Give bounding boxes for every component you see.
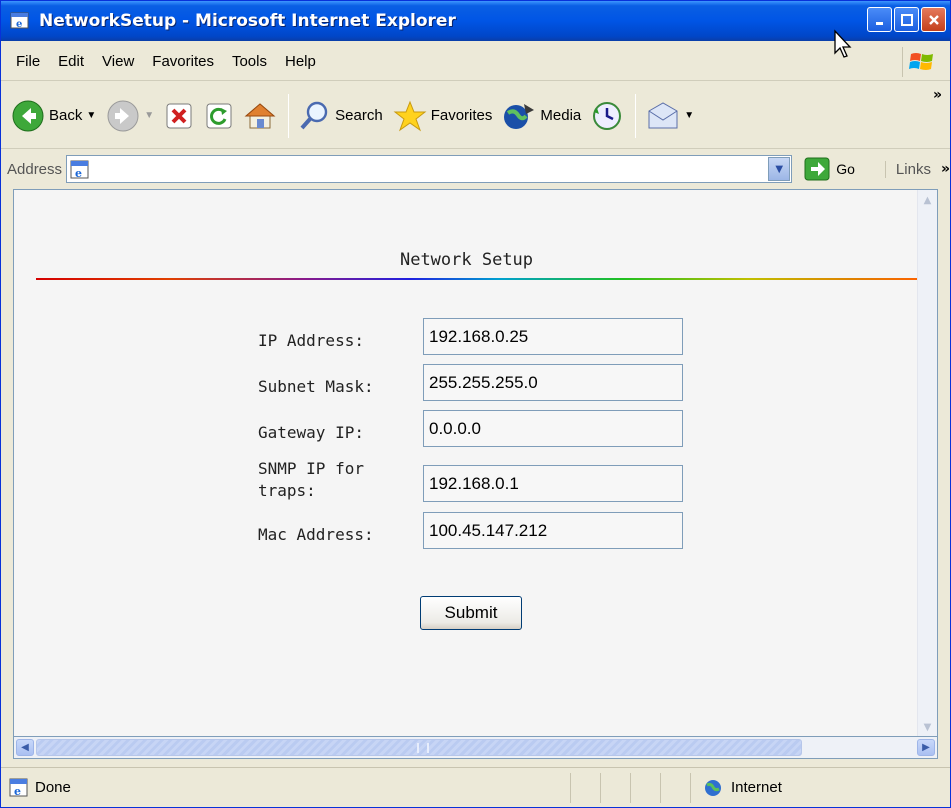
svg-text:e: e (16, 19, 22, 30)
horizontal-scrollbar[interactable]: ◀ ▶ (13, 737, 938, 759)
links-chevron-icon[interactable]: » (941, 161, 950, 177)
windows-logo-icon (902, 47, 940, 77)
close-icon (928, 14, 939, 25)
security-zone[interactable]: Internet (691, 773, 782, 803)
browser-window: e NetworkSetup - Microsoft Internet Expl… (0, 0, 951, 808)
mac-address-label: Mac Address: (258, 525, 374, 544)
toolbar-separator (635, 93, 637, 138)
address-label: Address (7, 160, 63, 178)
refresh-icon (206, 103, 232, 128)
home-button[interactable] (244, 101, 276, 131)
home-icon (244, 102, 276, 128)
page-done-icon: e (9, 778, 28, 798)
scroll-left-icon[interactable]: ◀ (16, 739, 34, 756)
toolbar-more-chevron-icon[interactable]: » (933, 87, 942, 103)
svg-text:e: e (14, 785, 21, 798)
window-title: NetworkSetup - Microsoft Internet Explor… (39, 11, 456, 31)
minimize-button[interactable] (867, 7, 892, 32)
forward-arrow-icon (107, 100, 139, 131)
mouse-cursor-icon (834, 29, 852, 58)
ip-address-label: IP Address: (258, 331, 364, 350)
internet-globe-icon (705, 779, 721, 796)
scroll-down-icon[interactable]: ▼ (919, 719, 936, 736)
mail-envelope-icon (648, 101, 678, 128)
rainbow-divider (36, 278, 926, 280)
go-arrow-icon (804, 157, 830, 181)
close-button[interactable] (921, 7, 946, 32)
title-bar[interactable]: e NetworkSetup - Microsoft Internet Expl… (1, 1, 950, 41)
ip-address-input[interactable] (423, 318, 683, 355)
forward-dropdown-icon[interactable]: ▼ (144, 110, 154, 121)
page-content: Network Setup IP Address: Subnet Mask: G… (13, 189, 938, 737)
status-pane (601, 772, 631, 803)
back-arrow-icon (12, 100, 44, 131)
maximize-button[interactable] (894, 7, 919, 32)
svg-text:e: e (75, 167, 82, 180)
stop-icon (166, 103, 192, 128)
subnet-mask-input[interactable] (423, 364, 683, 401)
favorites-button[interactable]: Favorites (393, 100, 492, 132)
address-dropdown-icon[interactable]: ▼ (768, 157, 791, 181)
history-icon (593, 101, 622, 130)
toolbar: Back ▼ ▼ Search Favorites Media ▼ » (1, 83, 950, 149)
back-dropdown-icon[interactable]: ▼ (86, 110, 96, 121)
search-icon (300, 101, 328, 129)
address-input[interactable] (93, 157, 774, 181)
vertical-scrollbar[interactable]: ▲ ▼ (917, 190, 937, 736)
menu-favorites[interactable]: Favorites (143, 53, 223, 70)
search-button[interactable]: Search (299, 100, 383, 132)
mac-address-input[interactable] (423, 512, 683, 549)
status-pane (631, 772, 661, 803)
status-pane (571, 772, 601, 803)
address-field[interactable]: e ▼ (66, 155, 793, 185)
go-button[interactable]: Go (804, 157, 855, 181)
stop-button[interactable] (164, 101, 194, 131)
mail-button[interactable]: ▼ (646, 101, 694, 131)
forward-button[interactable]: ▼ (106, 99, 154, 133)
menu-help[interactable]: Help (276, 53, 325, 70)
horizontal-scroll-thumb[interactable] (36, 739, 802, 756)
minimize-icon (875, 21, 883, 25)
toolbar-separator (288, 93, 290, 138)
media-icon (504, 103, 535, 129)
subnet-mask-label: Subnet Mask: (258, 377, 374, 396)
gateway-ip-label: Gateway IP: (258, 423, 364, 442)
status-bar: e Done Internet (1, 767, 950, 807)
menu-view[interactable]: View (93, 53, 143, 70)
page-icon: e (69, 159, 91, 185)
menu-tools[interactable]: Tools (223, 53, 276, 70)
links-button[interactable]: Links (884, 160, 931, 178)
page-title: Network Setup (399, 250, 534, 270)
address-bar: Address e ▼ Go Links » (1, 151, 950, 187)
scroll-right-icon[interactable]: ▶ (917, 739, 935, 756)
menu-bar: File Edit View Favorites Tools Help (1, 43, 950, 81)
ie-app-icon: e (9, 10, 31, 32)
back-button[interactable]: Back ▼ (11, 99, 96, 133)
snmp-ip-label: SNMP IP for traps: (258, 459, 364, 500)
submit-button[interactable]: Submit (420, 596, 522, 630)
menu-edit[interactable]: Edit (49, 53, 93, 70)
scroll-up-icon[interactable]: ▲ (919, 192, 936, 209)
media-button[interactable]: Media (502, 100, 581, 132)
status-pane (661, 772, 691, 803)
maximize-icon (900, 13, 913, 26)
status-text: e Done (1, 772, 571, 803)
mail-dropdown-icon[interactable]: ▼ (684, 110, 694, 121)
refresh-button[interactable] (204, 101, 234, 131)
menu-file[interactable]: File (7, 53, 49, 70)
history-button[interactable] (591, 100, 623, 132)
favorites-star-icon (393, 100, 427, 131)
snmp-ip-input[interactable] (423, 465, 683, 502)
gateway-ip-input[interactable] (423, 410, 683, 447)
